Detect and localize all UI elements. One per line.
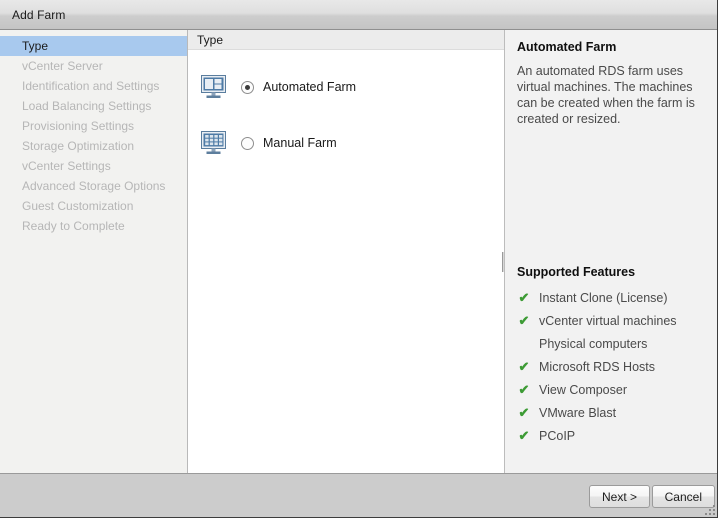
next-button[interactable]: Next >: [588, 485, 650, 508]
feature-label: vCenter virtual machines: [539, 313, 677, 328]
farm-type-option-1[interactable]: Manual Farm: [200, 124, 504, 162]
supported-features-title: Supported Features: [517, 265, 636, 279]
info-panel: Automated Farm An automated RDS farm use…: [504, 30, 717, 473]
farm-type-option-0[interactable]: Automated Farm: [200, 68, 504, 106]
feature-row: ✔ Instant Clone (License): [517, 286, 707, 309]
radio-selected[interactable]: [241, 80, 254, 94]
radio-unselected[interactable]: [241, 136, 254, 150]
farm-type-radio-group: Automated Farm Manual Farm: [188, 50, 504, 162]
wizard-step-list: Type vCenter Server Identification and Set…: [0, 30, 188, 473]
check-icon: ✔: [518, 405, 530, 420]
feature-row: ✔ Microsoft RDS Hosts: [517, 355, 707, 378]
sidebar-item-advanced-storage-options[interactable]: Advanced Storage Options: [0, 176, 187, 196]
feature-row: ✔ vCenter virtual machines: [517, 309, 707, 332]
sidebar-item-storage-optimization[interactable]: Storage Optimization: [0, 136, 187, 156]
sidebar-item-vcenter-settings[interactable]: vCenter Settings: [0, 156, 187, 176]
sidebar-item-type[interactable]: Type: [0, 36, 187, 56]
check-icon-absent: ✔: [517, 337, 531, 350]
feature-label: Microsoft RDS Hosts: [539, 359, 655, 374]
feature-label: VMware Blast: [539, 405, 617, 420]
check-icon: ✔: [518, 290, 530, 305]
main-panel: Type Automated Farm Manual Farm: [188, 30, 505, 473]
sidebar-item-ready-to-complete[interactable]: Ready to Complete: [0, 216, 187, 236]
check-icon: ✔: [518, 313, 530, 328]
feature-label: Instant Clone (License): [539, 290, 668, 305]
sidebar-item-vcenter-server[interactable]: vCenter Server: [0, 56, 187, 76]
sidebar-item-load-balancing-settings[interactable]: Load Balancing Settings: [0, 96, 187, 116]
feature-row: ✔ VMware Blast: [517, 401, 707, 424]
supported-features-list: ✔ Instant Clone (License) ✔ vCenter virtual…: [517, 286, 707, 447]
sidebar-item-provisioning-settings[interactable]: Provisioning Settings: [0, 116, 187, 136]
feature-row: ✔ View Composer: [517, 378, 707, 401]
feature-label: PCoIP: [539, 428, 576, 443]
sidebar-item-guest-customization[interactable]: Guest Customization: [0, 196, 187, 216]
dialog-body: Type vCenter Server Identification and Set…: [0, 30, 717, 473]
info-panel-description: An automated RDS farm uses virtual machi…: [517, 64, 695, 126]
check-icon: ✔: [518, 382, 530, 397]
dialog-titlebar: Add Farm: [0, 0, 717, 30]
check-icon: ✔: [518, 428, 530, 443]
info-panel-title: Automated Farm: [517, 40, 617, 54]
resize-grip-icon[interactable]: [705, 505, 715, 515]
manual-farm-monitor-icon: [200, 130, 228, 156]
feature-label: Physical computers: [539, 336, 648, 351]
feature-row: ✔ Physical computers: [517, 332, 707, 355]
farm-type-option-label: Manual Farm: [263, 136, 337, 150]
feature-label: View Composer: [539, 382, 628, 397]
check-icon: ✔: [518, 359, 530, 374]
sidebar-item-identification-and-settings[interactable]: Identification and Settings: [0, 76, 187, 96]
add-farm-dialog: Add Farm Type vCenter Server Identificatio…: [0, 0, 718, 518]
dialog-footer: Next > Cancel: [0, 473, 717, 517]
automated-farm-monitor-icon: [200, 74, 228, 100]
dialog-title: Add Farm: [12, 7, 66, 22]
feature-row: ✔ PCoIP: [517, 424, 707, 447]
main-panel-header: Type: [188, 30, 504, 50]
farm-type-option-label: Automated Farm: [263, 80, 357, 94]
